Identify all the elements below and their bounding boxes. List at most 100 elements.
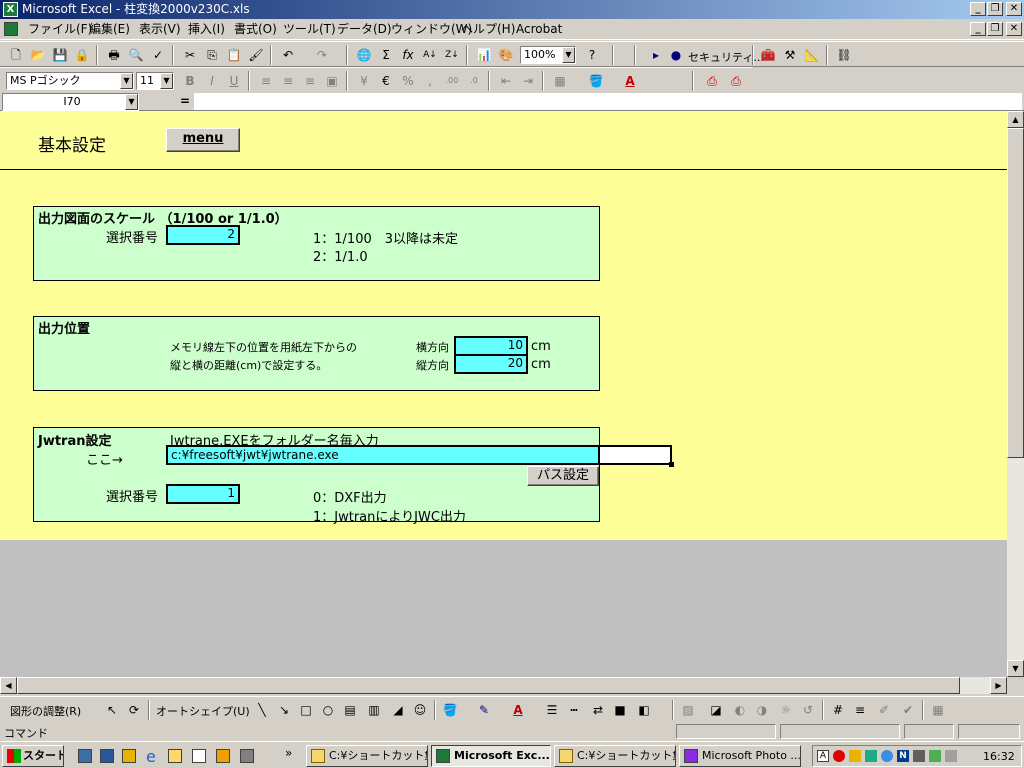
autosum-icon[interactable]: Σ (376, 45, 396, 65)
vertical-textbox-icon[interactable]: ▥ (364, 700, 384, 720)
scale-select-input[interactable]: 2 (166, 225, 240, 245)
autoshape-menu[interactable]: オートシェイプ(U) (156, 703, 250, 719)
line-weight-icon[interactable]: ≡ (850, 700, 870, 720)
line-color-icon[interactable]: ✎ (474, 700, 494, 720)
quicklaunch-word-icon[interactable] (100, 749, 114, 763)
tray-red-icon[interactable] (833, 750, 845, 762)
draw-adjust-menu[interactable]: 図形の調整(R) (10, 703, 81, 719)
underline-icon[interactable]: U (224, 71, 244, 91)
font-size-combo[interactable]: 11 ▼ (136, 72, 174, 90)
new-icon[interactable]: 🗋 (6, 45, 26, 65)
task-excel[interactable]: Microsoft Exc... (431, 745, 551, 767)
arrow-style-icon[interactable]: ⇄ (588, 700, 608, 720)
tray-n-icon[interactable]: N (897, 750, 909, 762)
pdf-convert-icon[interactable]: ⎙ (702, 71, 722, 91)
draw-font-color-icon[interactable]: A (508, 700, 528, 720)
scroll-left-button[interactable]: ◀ (0, 677, 17, 694)
jwtran-select-input[interactable]: 1 (166, 484, 240, 504)
decrease-indent-icon[interactable]: ⇤ (496, 71, 516, 91)
horizontal-scrollbar[interactable]: ◀ ▶ (0, 677, 1007, 694)
shadow-icon[interactable]: ■ (610, 700, 630, 720)
run-macro-icon[interactable]: ▸ (646, 45, 666, 65)
quicklaunch-search-icon[interactable] (168, 749, 182, 763)
restore-button[interactable]: ❐ (987, 2, 1003, 16)
increase-indent-icon[interactable]: ⇥ (518, 71, 538, 91)
doc-close-button[interactable]: ✕ (1006, 22, 1022, 36)
recolor-icon[interactable]: ✐ (874, 700, 894, 720)
tray-monitor-icon[interactable] (913, 750, 925, 762)
tools-icon[interactable]: ⚒ (780, 45, 800, 65)
tray-globe-icon[interactable] (881, 750, 893, 762)
print-icon[interactable]: 🖶 (104, 45, 124, 65)
euro-icon[interactable]: € (376, 71, 396, 91)
sort-descending-icon[interactable]: Z↓ (442, 45, 462, 65)
quicklaunch-ie-icon[interactable]: e (146, 747, 156, 766)
free-rotate-icon[interactable]: ⟳ (124, 700, 144, 720)
percent-icon[interactable]: % (398, 71, 418, 91)
copy-icon[interactable]: ⎘ (202, 45, 222, 65)
menu-button[interactable]: menu (166, 128, 240, 152)
align-left-icon[interactable]: ≡ (256, 71, 276, 91)
name-box[interactable]: I70 ▼ (2, 93, 139, 111)
spelling-icon[interactable]: ✓ (148, 45, 168, 65)
borders-icon[interactable]: ▦ (550, 71, 570, 91)
quicklaunch-media-icon[interactable] (216, 749, 230, 763)
worksheet[interactable]: 基本設定 menu 出力図面のスケール （1/100 or 1/1.0） 選択番… (0, 111, 1007, 677)
arrow-icon[interactable]: ↘ (274, 700, 294, 720)
hyperlink-icon[interactable]: 🌐 (354, 45, 374, 65)
merge-center-icon[interactable]: ▣ (322, 71, 342, 91)
line-icon[interactable]: ╲ (252, 700, 272, 720)
jwtran-path-input[interactable]: c:¥freesoft¥jwt¥jwtrane.exe (166, 445, 600, 465)
quicklaunch-pencil-icon[interactable] (122, 749, 136, 763)
oval-icon[interactable]: ○ (318, 700, 338, 720)
line-style-icon[interactable]: ☰ (542, 700, 562, 720)
menu-tools[interactable]: ツール(T) (281, 21, 338, 38)
vertical-scrollbar[interactable]: ▲ ▼ (1007, 111, 1024, 677)
paste-icon[interactable]: 📋 (224, 45, 244, 65)
scroll-thumb[interactable] (1007, 128, 1024, 458)
ime-icon[interactable]: A (817, 750, 829, 762)
italic-icon[interactable]: I (202, 71, 222, 91)
horizontal-input[interactable]: 10 (454, 336, 528, 356)
menu-insert[interactable]: 挿入(I) (186, 21, 227, 38)
more-tools-icon[interactable]: ▦ (928, 700, 948, 720)
reset-picture-icon[interactable]: ✔ (898, 700, 918, 720)
task-folder-1[interactable]: C:¥ショートカット集... (306, 745, 428, 767)
menu-view[interactable]: 表示(V) (137, 21, 183, 38)
h-scroll-thumb[interactable] (17, 677, 960, 694)
contrast-icon[interactable]: ◐ (730, 700, 750, 720)
permission-icon[interactable]: 🔒 (72, 45, 92, 65)
scroll-up-button[interactable]: ▲ (1007, 111, 1024, 128)
help-icon[interactable]: ? (582, 45, 602, 65)
tray-pen-icon[interactable] (849, 750, 861, 762)
minimize-button[interactable]: _ (970, 2, 986, 16)
picture-icon[interactable]: ▨ (678, 700, 698, 720)
quicklaunch-doc-icon[interactable] (192, 749, 206, 763)
font-combo[interactable]: MS Pゴシック ▼ (6, 72, 134, 90)
quicklaunch-desktop-icon[interactable] (78, 749, 92, 763)
menu-format[interactable]: 書式(O) (232, 21, 279, 38)
align-right-icon[interactable]: ≡ (300, 71, 320, 91)
rectangle-icon[interactable]: □ (296, 700, 316, 720)
doc-restore-button[interactable]: ❐ (987, 22, 1003, 36)
redo-icon[interactable]: ↷ (312, 45, 332, 65)
scroll-down-button[interactable]: ▼ (1007, 660, 1024, 677)
comma-icon[interactable]: , (420, 71, 440, 91)
increase-decimal-icon[interactable]: .00 (442, 71, 462, 91)
grid-icon[interactable]: # (828, 700, 848, 720)
select-objects-icon[interactable]: ↖ (102, 700, 122, 720)
color-icon[interactable]: ◪ (706, 700, 726, 720)
menu-data[interactable]: データ(D) (335, 21, 394, 38)
tray-tool-icon[interactable] (865, 750, 877, 762)
start-button[interactable]: スタート (2, 745, 64, 767)
wordart-icon[interactable]: ◢ (388, 700, 408, 720)
task-photo[interactable]: Microsoft Photo ... (679, 745, 801, 767)
format-painter-icon[interactable]: 🖌 (246, 45, 266, 65)
draw-fill-color-icon[interactable]: 🪣 (440, 700, 460, 720)
task-folder-2[interactable]: C:¥ショートカット集... (554, 745, 676, 767)
drawing-icon[interactable]: 🎨 (496, 45, 516, 65)
undo-icon[interactable]: ↶ (278, 45, 298, 65)
formula-input[interactable] (194, 93, 1022, 110)
crop-icon[interactable]: ☼ (776, 700, 796, 720)
decrease-decimal-icon[interactable]: .0 (464, 71, 484, 91)
